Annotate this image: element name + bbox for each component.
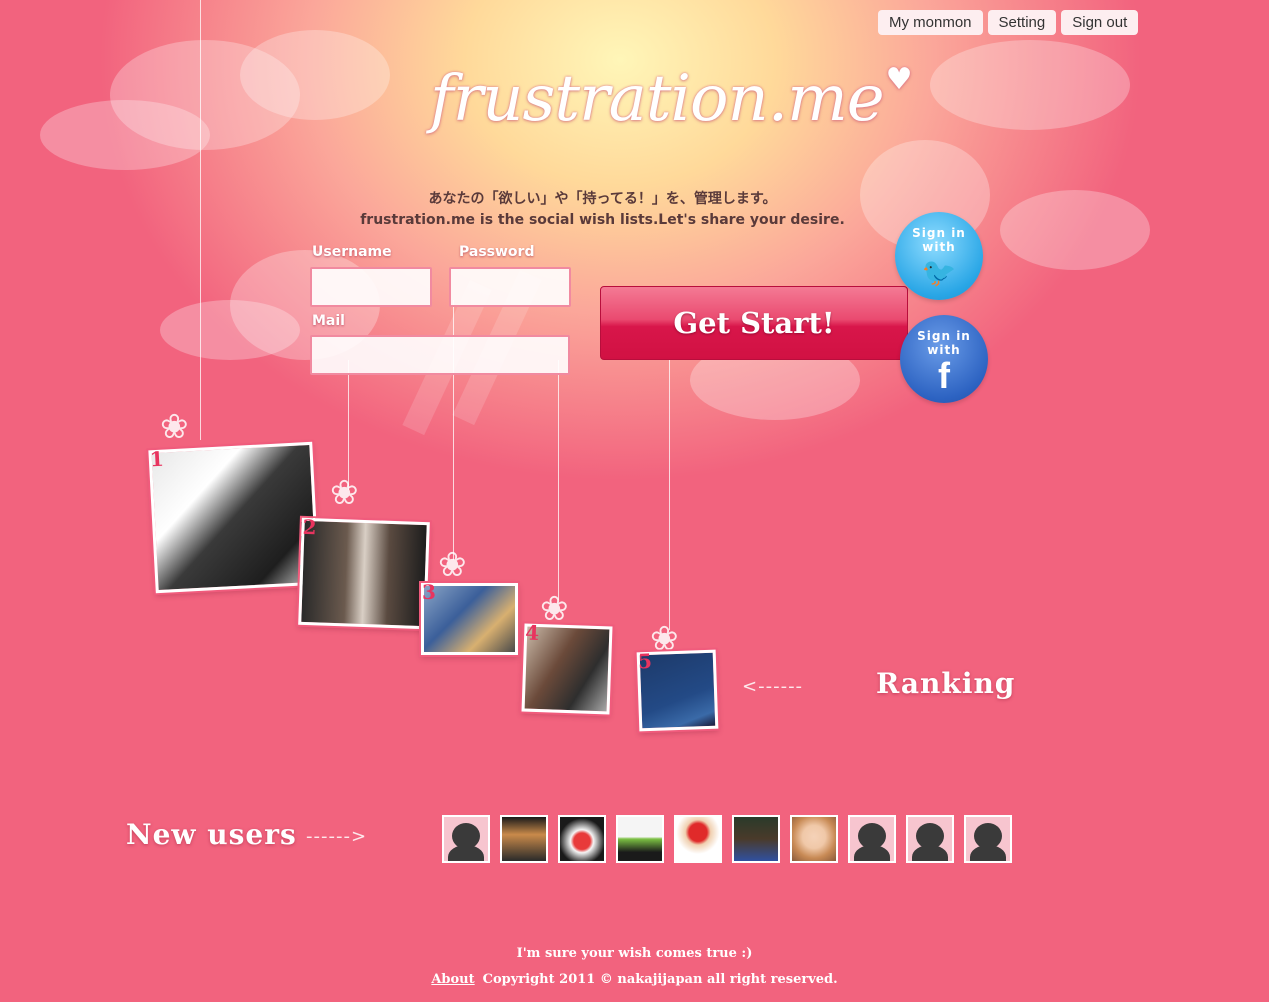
- facebook-sign-in-label: Sign in with: [917, 329, 971, 357]
- footer-slogan: I'm sure your wish comes true :): [516, 946, 753, 961]
- rank-number: 5: [637, 648, 653, 674]
- user-avatar[interactable]: [500, 815, 548, 863]
- user-avatar[interactable]: [906, 815, 954, 863]
- twitter-bird-icon: 🐦: [921, 256, 957, 289]
- tagline-english: frustration.me is the social wish lists.…: [360, 212, 845, 228]
- ribbon-bow-icon: ❀: [160, 407, 189, 447]
- username-label: Username: [312, 244, 392, 260]
- rank-number: 2: [302, 514, 317, 540]
- about-link[interactable]: About: [431, 972, 474, 987]
- rank-number: 1: [149, 446, 165, 472]
- user-avatar[interactable]: [558, 815, 606, 863]
- user-avatar[interactable]: [964, 815, 1012, 863]
- copyright-text: Copyright 2011 © nakajijapan all right r…: [482, 972, 838, 987]
- ranking-item-5[interactable]: 5: [636, 648, 719, 732]
- twitter-sign-in-label: Sign in with: [912, 226, 966, 254]
- ribbon-bow-icon: ❀: [330, 473, 359, 513]
- new-users-list: [442, 815, 1012, 863]
- ranking-item-2[interactable]: 2: [298, 514, 430, 630]
- user-avatar[interactable]: [674, 815, 722, 863]
- ranking-item-1[interactable]: 1: [148, 441, 320, 594]
- user-avatar[interactable]: [732, 815, 780, 863]
- logo-text: frustration.me: [430, 62, 885, 136]
- rank-number: 4: [524, 620, 540, 645]
- top-nav: My monmon Setting Sign out: [878, 10, 1139, 35]
- sign-in-twitter-button[interactable]: Sign in with 🐦: [895, 212, 983, 300]
- right-arrow-icon: ------>: [306, 826, 368, 847]
- site-logo[interactable]: frustration.me♥: [430, 62, 913, 162]
- sign-in-facebook-button[interactable]: Sign in with f: [900, 315, 988, 403]
- user-avatar[interactable]: [616, 815, 664, 863]
- left-arrow-icon: <------: [742, 676, 804, 697]
- ranking-item-3[interactable]: 3: [421, 580, 518, 655]
- user-avatar[interactable]: [442, 815, 490, 863]
- mail-input[interactable]: [310, 335, 570, 375]
- password-input[interactable]: [449, 267, 571, 307]
- user-avatar[interactable]: [848, 815, 896, 863]
- my-monmon-button[interactable]: My monmon: [878, 10, 983, 35]
- ribbon-bow-icon: ❀: [540, 589, 569, 629]
- ranking-title: Ranking: [876, 667, 1016, 700]
- sign-out-button[interactable]: Sign out: [1061, 10, 1139, 35]
- setting-button[interactable]: Setting: [987, 10, 1057, 35]
- facebook-f-icon: f: [938, 355, 950, 396]
- new-users-title: New users: [126, 818, 297, 851]
- ranking-item-4[interactable]: 4: [521, 620, 613, 715]
- ribbon-bow-icon: ❀: [438, 545, 467, 585]
- mail-label: Mail: [312, 313, 345, 329]
- tagline-japanese: あなたの「欲しい」や「持ってる！」を、管理します。: [428, 191, 777, 207]
- username-input[interactable]: [310, 267, 432, 307]
- footer-copyright-row: About Copyright 2011 © nakajijapan all ri…: [0, 972, 1269, 987]
- heart-icon: ♥: [885, 62, 913, 97]
- user-avatar[interactable]: [790, 815, 838, 863]
- password-label: Password: [459, 244, 535, 260]
- get-start-button[interactable]: Get Start!: [600, 286, 908, 360]
- rank-number: 3: [422, 580, 436, 604]
